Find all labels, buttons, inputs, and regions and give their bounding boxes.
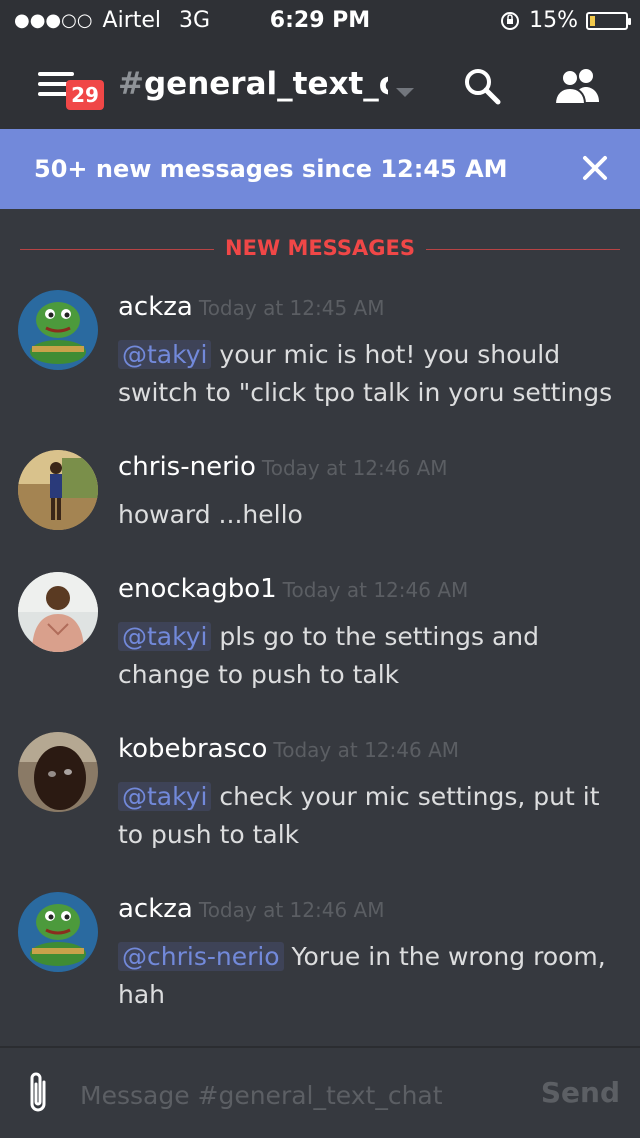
message-meta: ackza Today at 12:45 AM	[118, 292, 384, 322]
username[interactable]: enockagbo1	[118, 574, 277, 604]
status-bar: ●●●○○ Airtel 3G 6:29 PM 15%	[0, 0, 640, 40]
username[interactable]: chris-nerio	[118, 452, 256, 482]
new-messages-divider: NEW MESSAGES	[20, 232, 620, 266]
battery-percent: 15%	[529, 8, 578, 33]
message-content: @chris-nerio Yorue in the wrong room, ha…	[118, 938, 618, 1014]
message-content: howard ...hello	[118, 496, 618, 534]
message-item[interactable]: ackza Today at 12:46 AM @chris-nerio Yoru…	[0, 882, 640, 1042]
timestamp: Today at 12:46 AM	[282, 578, 469, 602]
avatar-chris-nerio[interactable]	[18, 450, 98, 530]
new-messages-banner[interactable]: 50+ new messages since 12:45 AM	[0, 129, 640, 209]
channel-header: 29 #general_text_c...	[0, 40, 640, 129]
battery-level	[590, 15, 595, 26]
message-content: @takyi pls go to the settings and change…	[118, 618, 618, 694]
message-content: @takyi your mic is hot! you should switc…	[118, 336, 618, 412]
channel-name: general_text_c...	[143, 66, 388, 102]
message-composer: Send	[0, 1046, 640, 1138]
mention[interactable]: @takyi	[118, 782, 212, 811]
message-content: @takyi check your mic settings, put it t…	[118, 778, 618, 854]
message-text: howard ...hello	[118, 500, 303, 529]
members-icon[interactable]	[552, 66, 604, 106]
message-meta: enockagbo1 Today at 12:46 AM	[118, 574, 468, 604]
channel-title[interactable]: #general_text_c...	[118, 66, 388, 102]
message-meta: kobebrasco Today at 12:46 AM	[118, 734, 459, 764]
status-right: 15%	[499, 8, 631, 33]
battery-icon	[586, 11, 631, 30]
send-button[interactable]: Send	[541, 1076, 620, 1109]
username[interactable]: kobebrasco	[118, 734, 267, 764]
message-input[interactable]	[78, 1074, 522, 1116]
hash-symbol: #	[118, 66, 144, 102]
username[interactable]: ackza	[118, 292, 193, 322]
timestamp: Today at 12:46 AM	[198, 898, 385, 922]
timestamp: Today at 12:45 AM	[198, 296, 385, 320]
message-item[interactable]: enockagbo1 Today at 12:46 AM @takyi pls g…	[0, 562, 640, 722]
banner-text: 50+ new messages since 12:45 AM	[34, 155, 508, 183]
avatar-kobebrasco[interactable]	[18, 732, 98, 812]
avatar-ackza[interactable]	[18, 290, 98, 370]
divider-label: NEW MESSAGES	[225, 236, 415, 260]
message-item[interactable]: chris-nerio Today at 12:46 AM howard ...h…	[0, 440, 640, 562]
message-meta: chris-nerio Today at 12:46 AM	[118, 452, 448, 482]
message-item[interactable]: ackza Today at 12:45 AM @takyi your mic i…	[0, 280, 640, 440]
mention[interactable]: @takyi	[118, 622, 212, 651]
rotation-lock-icon	[501, 11, 520, 30]
avatar-enockagbo1[interactable]	[18, 572, 98, 652]
message-list: ackza Today at 12:45 AM @takyi your mic i…	[0, 280, 640, 1042]
mention[interactable]: @takyi	[118, 340, 212, 369]
avatar-ackza[interactable]	[18, 892, 98, 972]
mention[interactable]: @chris-nerio	[118, 942, 284, 971]
paperclip-icon[interactable]	[22, 1070, 54, 1116]
username[interactable]: ackza	[118, 894, 193, 924]
message-item[interactable]: kobebrasco Today at 12:46 AM @takyi check…	[0, 722, 640, 882]
unread-badge: 29	[66, 80, 104, 110]
timestamp: Today at 12:46 AM	[273, 738, 460, 762]
chevron-down-icon[interactable]	[396, 88, 414, 97]
search-icon[interactable]	[462, 66, 502, 106]
divider-line-right	[426, 249, 620, 250]
close-icon[interactable]	[580, 153, 610, 183]
message-meta: ackza Today at 12:46 AM	[118, 894, 384, 924]
timestamp: Today at 12:46 AM	[261, 456, 448, 480]
